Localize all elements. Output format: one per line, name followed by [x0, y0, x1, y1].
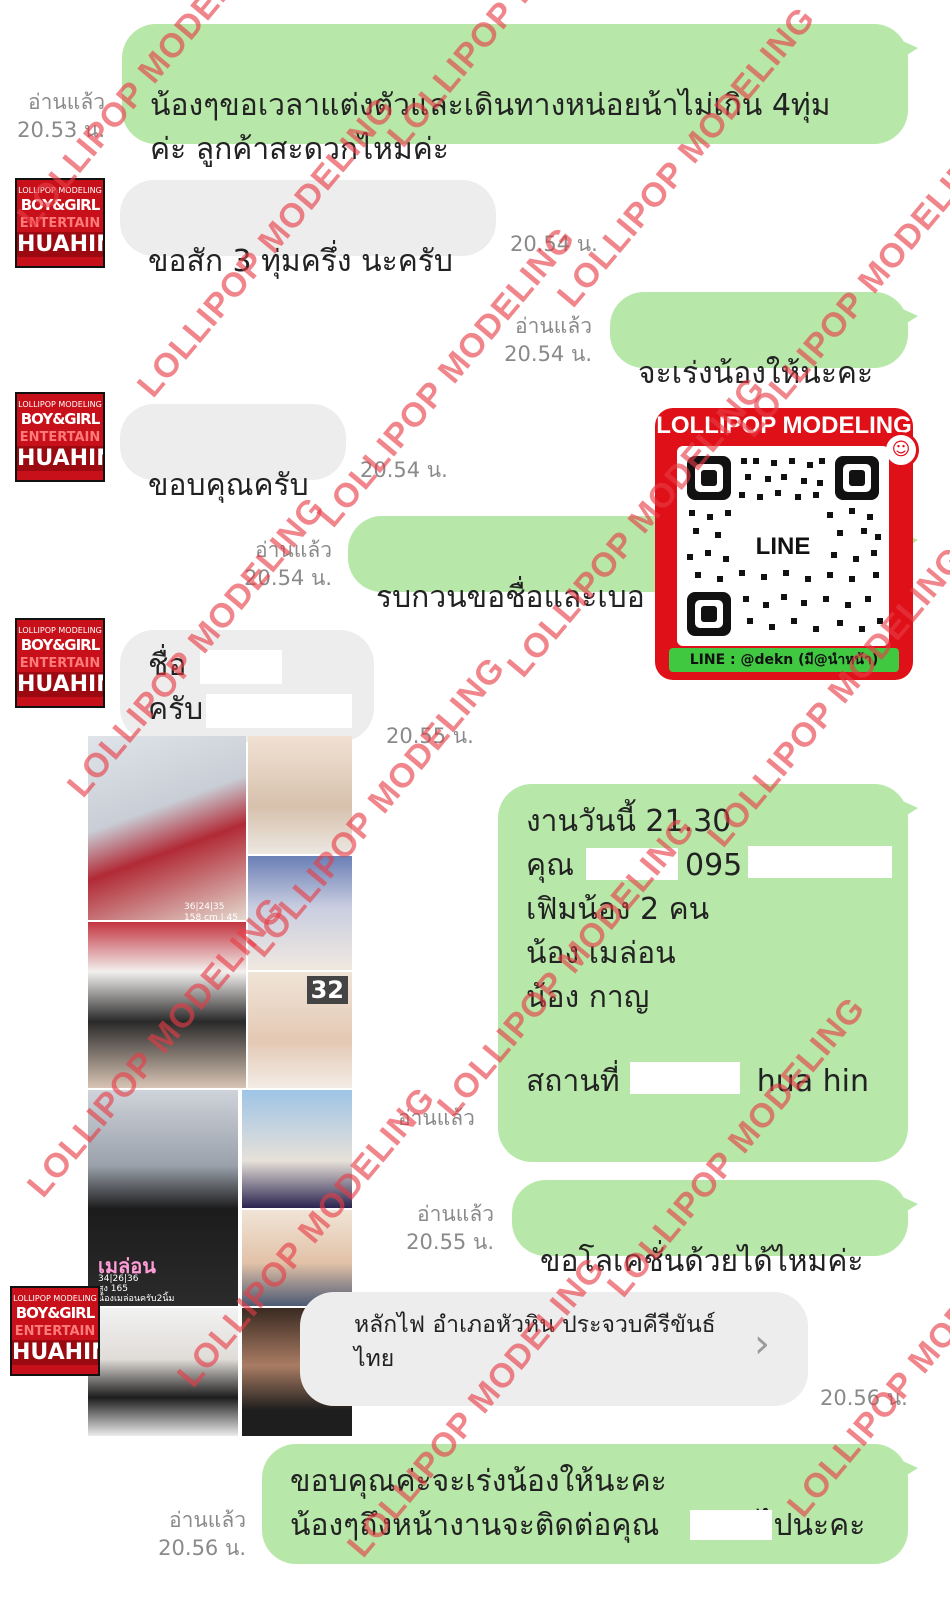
message-time: 20.55 น. [406, 1230, 494, 1254]
photo[interactable] [88, 1308, 238, 1436]
avatar[interactable]: LOLLIPOP MODELING BOY&GIRL ENTERTAIN HUA… [10, 1286, 100, 1376]
message-text: ขอสัก 3 ทุ่มครึ่ง นะครับ [148, 244, 453, 279]
avatar-brand: BOY&GIRL [20, 196, 101, 214]
message-time: 20.54 น. [510, 232, 598, 256]
message-text: เฟิมน้อง 2 คน [526, 892, 710, 927]
read-receipt: อ่านแล้ว [169, 1508, 246, 1532]
photo[interactable]: 36|24|35 158 cm | 45 kg [88, 736, 246, 934]
line-qr-card: LOLLIPOP MODELING ☺ LINE LINE : @dekn (ม… [655, 408, 919, 680]
message-text: คุณ [526, 848, 574, 883]
message-text: 095 [685, 848, 743, 883]
avatar-brand: BOY&GIRL [15, 1304, 96, 1322]
photo[interactable] [248, 736, 352, 854]
message-time: 20.56 น. [158, 1536, 246, 1560]
outgoing-message[interactable]: น้องๆขอเวลาแต่งตัวและเดินทางหน่อยน้าไม่เ… [122, 24, 918, 167]
read-receipt: อ่านแล้ว [398, 1106, 475, 1130]
redaction-block [630, 1062, 740, 1094]
avatar-brand: BOY&GIRL [20, 636, 101, 654]
incoming-message[interactable]: ขอสัก 3 ทุ่มครึ่ง นะครับ [120, 180, 496, 279]
read-receipt: อ่านแล้ว [417, 1202, 494, 1226]
avatar[interactable]: LOLLIPOP MODELING BOY&GIRL ENTERTAIN HUA… [15, 392, 105, 482]
location-address: หลักไฟ อำเภอหัวหิน ประจวบคีรีขันธ์ [354, 1312, 716, 1338]
photo[interactable] [248, 856, 352, 970]
message-text: น้องๆขอเวลาแต่งตัวและเดินทางหน่อยน้าไม่เ… [150, 88, 831, 167]
photo[interactable]: เมล่อน 34|26|36 สูง 165 น้องเมล่อนครับ2น… [88, 1090, 238, 1306]
redaction-block [206, 694, 352, 728]
location-country: ไทย [354, 1346, 395, 1372]
photo-collage[interactable]: 36|24|35 158 cm | 45 kg 32 [88, 736, 352, 1088]
avatar-sub: ENTERTAIN [19, 216, 101, 231]
avatar-label: LOLLIPOP MODELING [13, 1294, 97, 1303]
message-text: งานวันนี้ 21.30 [526, 804, 732, 839]
photo[interactable] [88, 922, 246, 1088]
avatar-city: HUAHIN [12, 1340, 100, 1365]
message-meta: อ่านแล้ว 20.54 น. [230, 536, 332, 592]
read-receipt: อ่านแล้ว [255, 538, 332, 562]
message-meta: อ่านแล้ว 20.54 น. [490, 312, 592, 368]
avatar-brand: BOY&GIRL [20, 410, 101, 428]
line-logo: LINE [743, 532, 823, 562]
message-text: ชื่อ [148, 648, 187, 683]
message-text: จะเร่งน้องให้นะคะ [638, 356, 874, 391]
avatar-city: HUAHIN [17, 672, 105, 697]
message-time: 20.54 น. [504, 342, 592, 366]
message-text: น้องๆถึงหน้างานจะติดต่อคุณ [290, 1508, 660, 1543]
photo[interactable]: 32 [248, 972, 352, 1088]
qr-footer: LINE : @dekn (มี@นำหน้า) [669, 648, 899, 672]
avatar-label: LOLLIPOP MODELING [18, 626, 102, 635]
message-text: น้อง กาญ [526, 980, 650, 1015]
redaction-block [200, 650, 282, 684]
message-time: 20.55 น. [386, 724, 474, 748]
avatar-sub: ENTERTAIN [19, 656, 101, 671]
outgoing-message[interactable]: ขอบคุณค่ะจะเร่งน้องให้นะคะ น้องๆถึงหน้าง… [262, 1444, 918, 1564]
avatar-city: HUAHIN [17, 232, 105, 257]
redaction-block [690, 1510, 772, 1540]
message-text: ขอบคุณค่ะจะเร่งน้องให้นะคะ [290, 1464, 667, 1499]
message-text: น้อง เมล่อน [526, 936, 676, 971]
message-line: น้องๆถึงหน้างานจะติดต่อคุณ ไปนะคะ [290, 1504, 880, 1548]
message-text: ไปนะคะ [758, 1508, 866, 1543]
read-receipt: อ่านแล้ว [515, 314, 592, 338]
watermark: LOLLIPOP MODELING [730, 129, 950, 445]
outgoing-message[interactable]: จะเร่งน้องให้นะคะ [610, 292, 918, 391]
message-time: 20.54 น. [244, 566, 332, 590]
message-text: สถานที่ [526, 1064, 620, 1099]
avatar-label: LOLLIPOP MODELING [18, 400, 102, 409]
message-meta: อ่านแล้ว 20.55 น. [392, 1200, 494, 1256]
avatar[interactable]: LOLLIPOP MODELING BOY&GIRL ENTERTAIN HUA… [15, 618, 105, 708]
outgoing-message[interactable]: ขอโลเคชั่นด้วยได้ไหมค่ะ [512, 1180, 918, 1279]
redaction-block [586, 848, 678, 880]
qr-title: LOLLIPOP MODELING [656, 412, 912, 439]
photo[interactable] [242, 1090, 352, 1208]
qr-code: LINE [677, 446, 889, 646]
location-card[interactable]: หลักไฟ อำเภอหัวหิน ประจวบคีรีขันธ์ ไทย › [300, 1292, 808, 1406]
chevron-right-icon[interactable]: › [754, 1322, 770, 1366]
avatar-sub: ENTERTAIN [19, 430, 101, 445]
message-time: 20.54 น. [360, 458, 448, 482]
message-text: ขอบคุณครับ [148, 468, 309, 503]
incoming-message[interactable]: ขอบคุณครับ [120, 404, 346, 503]
redaction-block [748, 846, 892, 878]
message-meta: อ่านแล้ว 20.53 น. [10, 88, 105, 144]
message-meta: อ่านแล้ว 20.56 น. [140, 1506, 246, 1562]
avatar-city: HUAHIN [17, 446, 105, 471]
avatar-sub: ENTERTAIN [14, 1324, 96, 1339]
photo-badge: 32 [306, 976, 348, 1004]
avatar-label: LOLLIPOP MODELING [18, 186, 102, 195]
message-text: ครับ [148, 692, 204, 727]
read-receipt: อ่านแล้ว [28, 90, 105, 114]
message-text: hua hin [756, 1064, 870, 1099]
message-time: 20.56 น. [820, 1386, 908, 1410]
message-time: 20.53 น. [17, 118, 105, 142]
message-text: รบกวนขอชื่อและเบอ [376, 580, 645, 615]
outgoing-message[interactable]: งานวันนี้ 21.30 คุณ 095 เฟิมน้อง 2 คน น้… [498, 784, 918, 1162]
message-text: ขอโลเคชั่นด้วยได้ไหมค่ะ [540, 1244, 864, 1279]
photo-caption: 34|26|36 สูง 165 น้องเมล่อนครับ2นิ้ม [98, 1274, 175, 1304]
avatar[interactable]: LOLLIPOP MODELING BOY&GIRL ENTERTAIN HUA… [15, 178, 105, 268]
